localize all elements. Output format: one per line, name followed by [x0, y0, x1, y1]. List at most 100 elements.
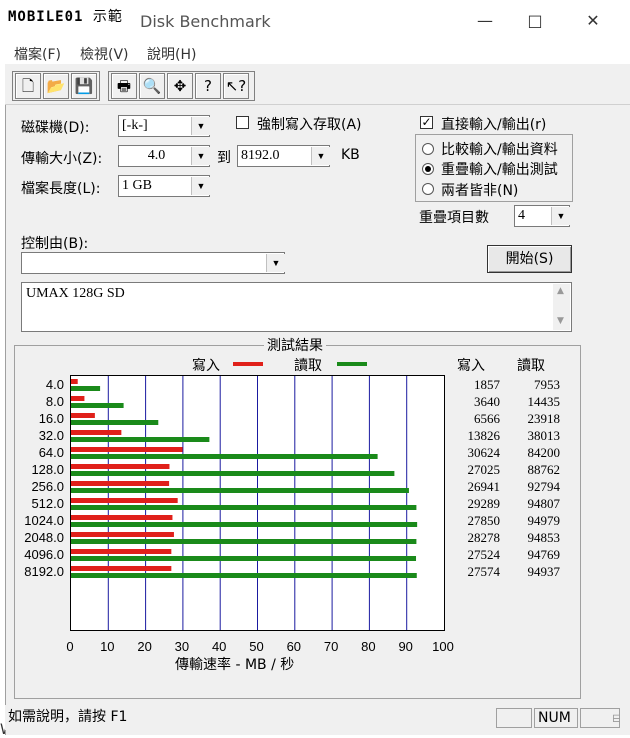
description-scrollbar[interactable]: ▲ ▼ [553, 284, 570, 330]
window-title: Disk Benchmark [140, 12, 271, 31]
write-value: 27574 [467, 564, 501, 579]
write-value: 6566 [474, 411, 500, 426]
column-header-write: 寫入 [457, 358, 485, 374]
read-value: 38013 [527, 428, 561, 443]
read-value: 23918 [527, 411, 561, 426]
chart-svg [71, 376, 418, 630]
read-value: 88762 [527, 462, 561, 477]
read-value: 92794 [527, 479, 561, 494]
context-help-icon[interactable]: ↖? [223, 73, 249, 99]
column-header-read: 讀取 [517, 358, 545, 374]
save-icon[interactable]: 💾 [71, 73, 97, 99]
write-value: 28278 [467, 530, 501, 545]
minimize-button[interactable]: — [470, 8, 500, 34]
y-tick-label: 32.0 [38, 428, 64, 443]
bar-read [71, 420, 159, 425]
bar-read [71, 505, 417, 510]
bar-read [71, 471, 395, 476]
radio-neither-label: 兩者皆非(N) [441, 183, 519, 199]
write-value: 29289 [467, 496, 501, 511]
x-tick-label: 30 [174, 639, 190, 654]
chevron-down-icon[interactable]: ▼ [311, 147, 330, 165]
chevron-down-icon[interactable]: ▼ [551, 207, 570, 225]
radio-compare-label: 比較輸入/輸出資料 [441, 142, 558, 158]
chart-plot-area [70, 375, 445, 631]
scroll-up-icon[interactable]: ▲ [557, 286, 564, 296]
menu-help[interactable]: 說明(H) [147, 44, 196, 64]
x-tick-label: 100 [432, 639, 454, 654]
chevron-down-icon[interactable]: ▼ [266, 254, 285, 272]
radio-overlap[interactable] [422, 163, 434, 175]
radio-overlap-label: 重疊輸入/輸出測試 [441, 162, 558, 178]
bar-write [71, 515, 173, 520]
write-value: 3640 [474, 394, 500, 409]
controlled-by-label: 控制由(B): [21, 236, 89, 252]
radio-compare[interactable] [422, 143, 434, 155]
bar-write [71, 481, 170, 486]
read-value: 14435 [527, 394, 561, 409]
bar-read [71, 454, 378, 459]
print-preview-icon[interactable]: 🔍 [139, 73, 165, 99]
bar-write [71, 396, 85, 401]
move-icon[interactable]: ✥ [167, 73, 193, 99]
direct-io-label: 直接輸入/輸出(r) [441, 117, 547, 133]
num-lock-indicator: NUM [534, 708, 578, 728]
chevron-down-icon[interactable]: ▼ [191, 147, 210, 165]
chevron-down-icon[interactable]: ▼ [191, 177, 210, 195]
transfer-from-select[interactable]: 4.0 ▼ [118, 145, 210, 167]
x-tick-label: 0 [66, 639, 74, 654]
radio-neither[interactable] [422, 183, 434, 195]
write-value: 26941 [467, 479, 501, 494]
bar-write [71, 464, 170, 469]
drive-label: 磁碟機(D): [21, 120, 90, 136]
print-icon[interactable]: 🖶 [111, 73, 137, 99]
controlled-by-select[interactable]: ▼ [21, 252, 285, 274]
y-tick-label: 8.0 [45, 394, 64, 409]
menu-file[interactable]: 檔案(F) [14, 44, 61, 64]
drive-select[interactable]: [-k-] ▼ [118, 115, 210, 137]
open-icon[interactable]: 📂 [43, 73, 69, 99]
close-button[interactable]: ✕ [578, 8, 608, 34]
read-value: 94807 [527, 496, 561, 511]
y-tick-label: 256.0 [31, 479, 64, 494]
write-value: 27850 [467, 513, 501, 528]
write-value: 13826 [467, 428, 501, 443]
x-tick-label: 60 [286, 639, 302, 654]
queue-depth-select[interactable]: 4 ▼ [514, 205, 570, 227]
bar-write [71, 379, 78, 384]
bar-write [71, 413, 95, 418]
x-tick-label: 90 [398, 639, 413, 654]
start-button[interactable]: 開始(S) [487, 245, 572, 273]
status-panel-empty [496, 708, 532, 728]
unit-label: KB [341, 147, 360, 163]
x-tick-label: 80 [361, 639, 376, 654]
description-textarea[interactable]: UMAX 128G SD [21, 282, 572, 332]
write-value: 1857 [474, 377, 500, 392]
y-tick-label: 4.0 [45, 377, 64, 392]
bar-write [71, 532, 174, 537]
bar-read [71, 488, 409, 493]
resize-grip-icon[interactable]: ⋿ [612, 714, 621, 725]
bar-read [71, 403, 124, 408]
y-tick-label: 128.0 [31, 462, 64, 477]
y-tick-label: 512.0 [31, 496, 64, 511]
write-value: 30624 [467, 445, 501, 460]
read-value: 94853 [527, 530, 561, 545]
chevron-down-icon[interactable]: ▼ [191, 117, 210, 135]
read-value: 94769 [527, 547, 561, 562]
queue-depth-label: 重疊項目數 [419, 210, 489, 226]
direct-io-checkbox[interactable]: ✓ [420, 116, 433, 129]
help-icon[interactable]: ? [195, 73, 221, 99]
legend-write-label: 寫入 [192, 358, 220, 374]
menu-view[interactable]: 檢視(V) [80, 44, 129, 64]
read-value: 94979 [527, 513, 561, 528]
maximize-button[interactable]: □ [520, 8, 550, 34]
y-tick-label: 1024.0 [24, 513, 64, 528]
y-tick-label: 4096.0 [24, 547, 64, 562]
scroll-down-icon[interactable]: ▼ [557, 316, 564, 326]
transfer-to-select[interactable]: 8192.0 ▼ [237, 145, 330, 167]
force-write-checkbox[interactable] [236, 116, 249, 129]
file-length-select[interactable]: 1 GB ▼ [118, 175, 210, 197]
new-icon[interactable]: 🗋 [15, 73, 41, 99]
bar-read [71, 539, 417, 544]
